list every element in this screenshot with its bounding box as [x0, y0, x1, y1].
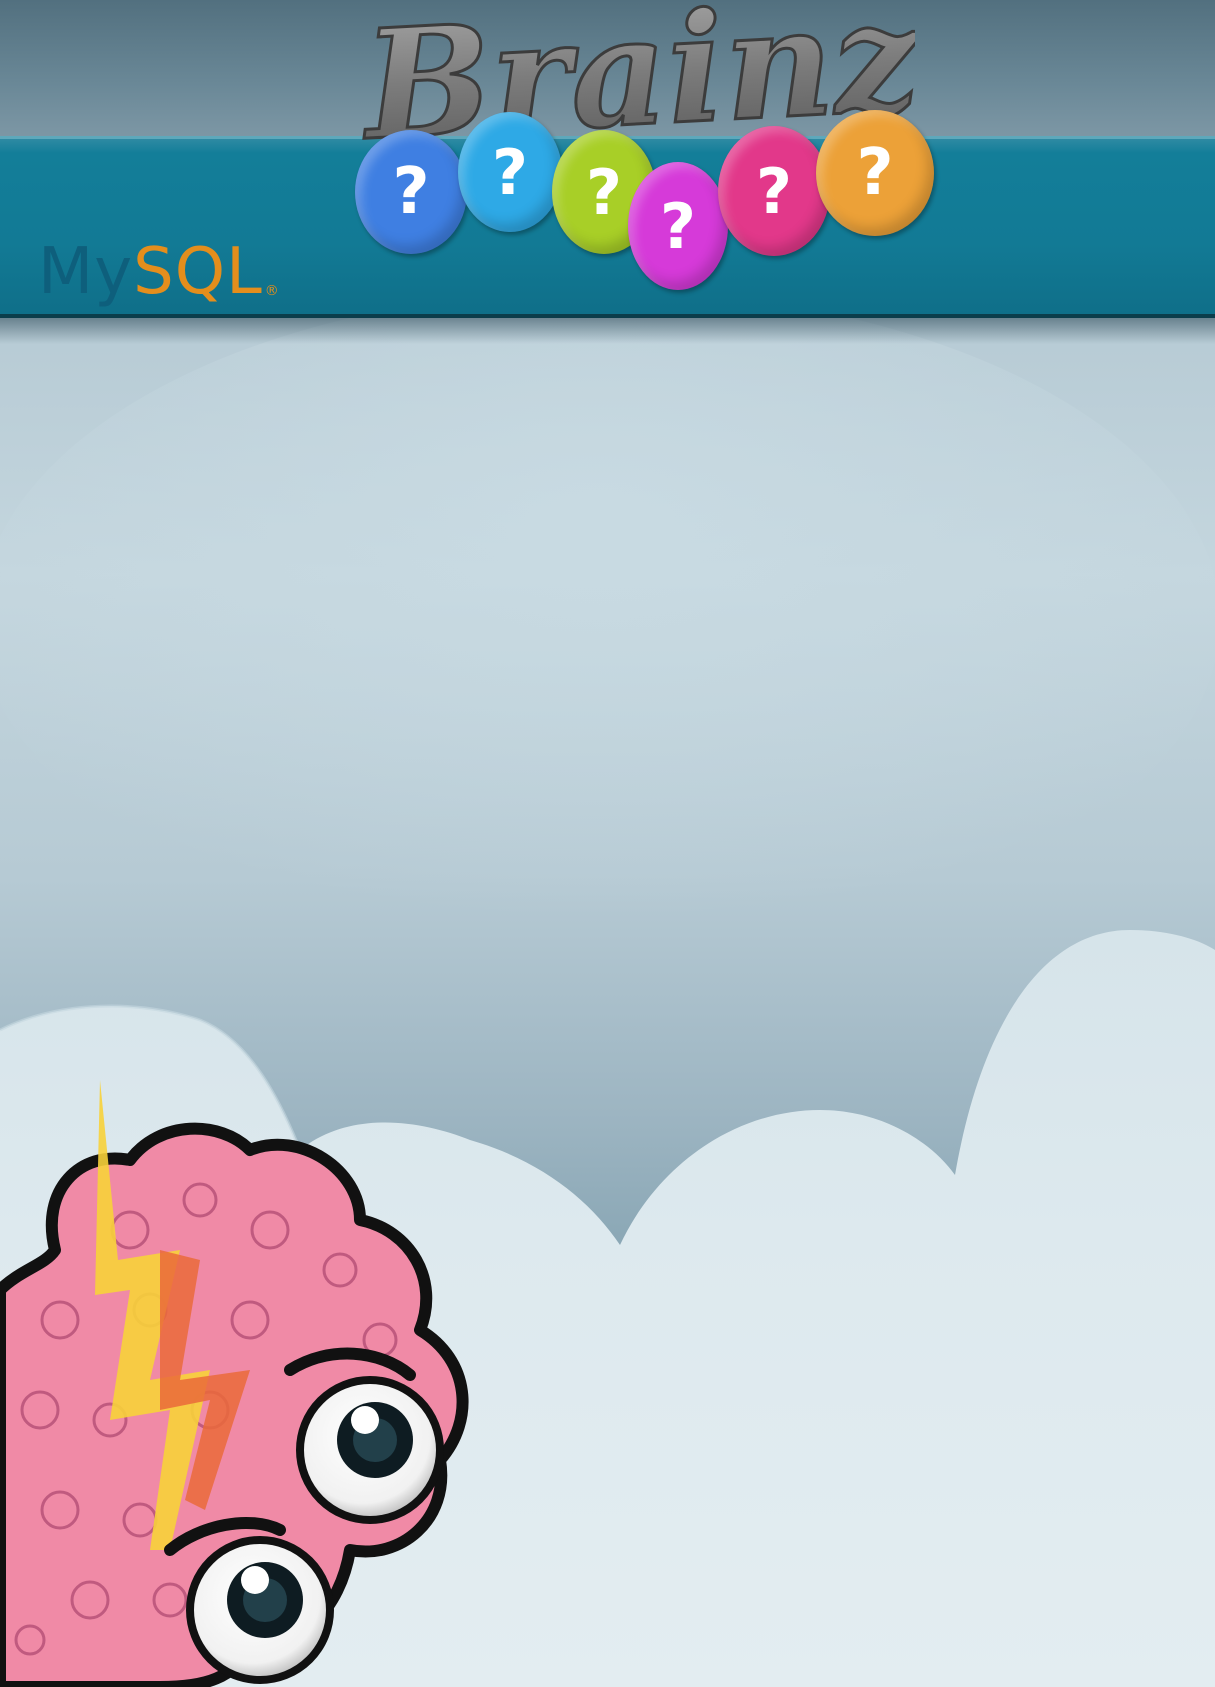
question-mark-icon: ?: [756, 154, 792, 228]
question-mark-icon: ?: [392, 155, 430, 229]
question-balloon-icon: ?: [718, 126, 830, 256]
question-balloon-icon: ?: [458, 112, 562, 232]
question-balloon-icon: ?: [355, 130, 467, 254]
question-balloon-icon: ?: [628, 162, 728, 290]
mysql-logo-my: My: [38, 235, 134, 309]
question-mark-icon: ?: [492, 135, 528, 209]
question-mark-icon: ?: [856, 136, 894, 210]
mysql-logo-sql: SQL: [133, 235, 263, 309]
brain-mascot-icon: [0, 1080, 469, 1687]
banner-shadow: [0, 318, 1215, 344]
registered-mark: ®: [264, 283, 280, 299]
question-mark-icon: ?: [586, 155, 622, 229]
mysql-logo: My SQL ®: [38, 240, 280, 304]
question-mark-icon: ?: [660, 189, 696, 263]
question-balloon-icon: ?: [816, 110, 934, 236]
